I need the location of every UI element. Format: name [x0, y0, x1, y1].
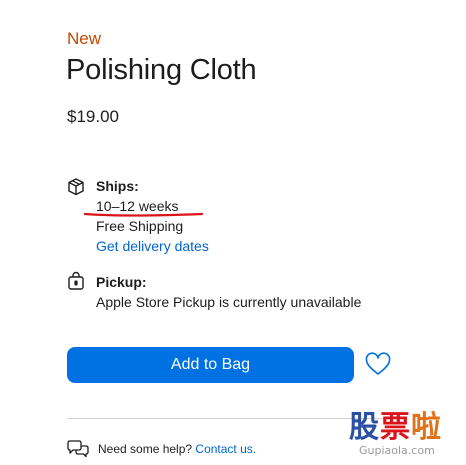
watermark-char-1: 股 — [349, 410, 380, 445]
box-icon — [68, 178, 84, 196]
shopping-bag-icon — [68, 271, 84, 290]
red-underline-annotation — [84, 212, 204, 217]
help-row: Need some help? Contact us. — [98, 442, 256, 456]
get-delivery-dates-link[interactable]: Get delivery dates — [96, 238, 209, 254]
watermark-logo-text: 股票啦 — [349, 402, 461, 446]
new-badge: New — [67, 29, 102, 48]
contact-us-link[interactable]: Contact us. — [195, 442, 256, 456]
product-title: Polishing Cloth — [66, 54, 257, 86]
pickup-status: Apple Store Pickup is currently unavaila… — [96, 294, 362, 310]
watermark: 股票啦 Gupiaola.com — [349, 402, 461, 460]
product-price: $19.00 — [67, 107, 119, 126]
divider — [67, 418, 396, 419]
chat-bubbles-icon — [67, 440, 89, 458]
shipping-cost: Free Shipping — [96, 218, 184, 234]
watermark-char-2: 票 — [380, 410, 411, 445]
add-to-bag-button[interactable]: Add to Bag — [67, 347, 354, 383]
watermark-url: Gupiaola.com — [359, 444, 435, 457]
pickup-heading: Pickup: — [96, 274, 147, 290]
watermark-char-3: 啦 — [411, 410, 442, 445]
heart-icon[interactable] — [364, 351, 392, 379]
help-prompt: Need some help? — [98, 442, 193, 456]
ships-heading: Ships: — [96, 178, 139, 194]
